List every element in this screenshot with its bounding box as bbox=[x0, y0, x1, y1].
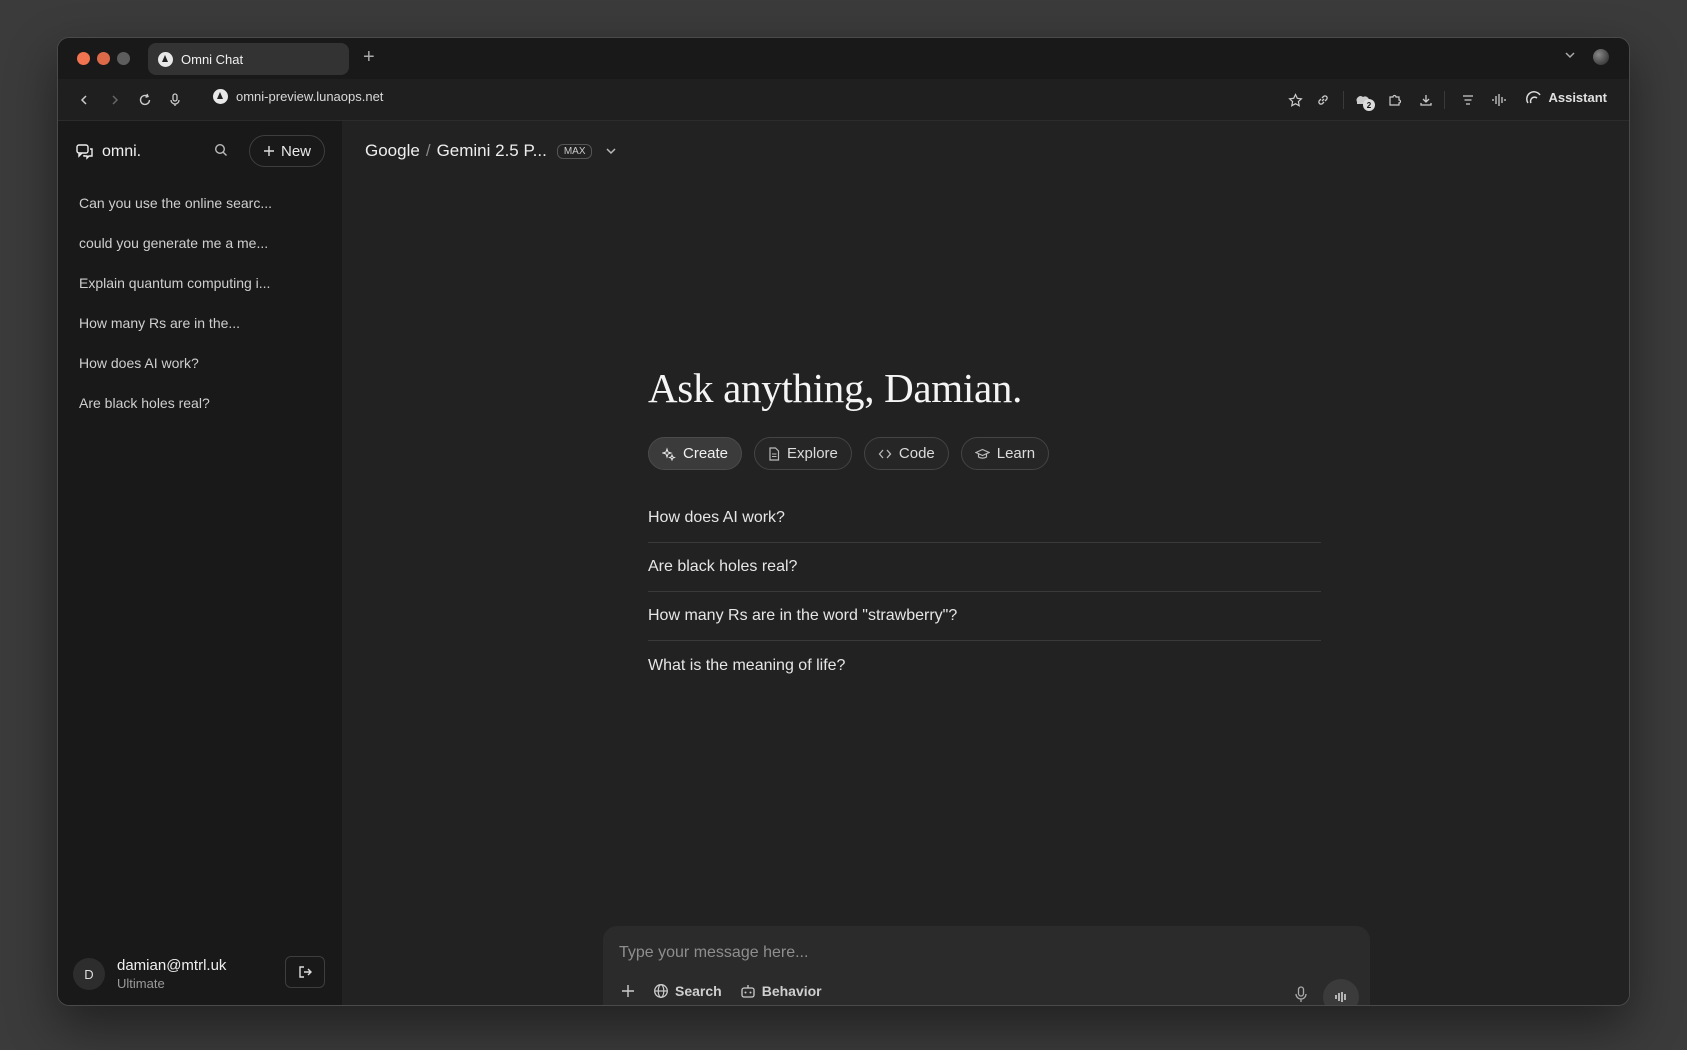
plus-icon bbox=[263, 146, 274, 156]
site-icon bbox=[213, 89, 228, 104]
composer-toolbar: Search Behavior bbox=[621, 983, 822, 999]
minimize-window-button[interactable] bbox=[97, 52, 110, 65]
search-toggle[interactable]: Search bbox=[653, 983, 722, 999]
bookmark-star-icon[interactable] bbox=[1285, 90, 1305, 110]
tab-omni-chat[interactable]: Omni Chat bbox=[148, 43, 349, 75]
chevron-down-icon bbox=[606, 148, 617, 155]
history-item[interactable]: Can you use the online searc... bbox=[76, 183, 326, 223]
download-icon[interactable] bbox=[1416, 90, 1436, 110]
logout-button[interactable] bbox=[285, 956, 325, 988]
puzzle-icon[interactable] bbox=[1385, 90, 1405, 110]
voice-mode-button[interactable] bbox=[1323, 979, 1359, 1005]
reader-list-icon[interactable] bbox=[1458, 90, 1478, 110]
assistant-button[interactable]: Assistant bbox=[1526, 90, 1607, 105]
globe-icon bbox=[654, 984, 668, 998]
address-bar[interactable]: omni-preview.lunaops.net bbox=[213, 89, 383, 104]
logout-icon bbox=[298, 966, 312, 978]
model-tier-badge: MAX bbox=[556, 143, 593, 159]
mode-chips: Create Explore Code Learn bbox=[648, 437, 1050, 470]
main-panel: Google / Gemini 2.5 P... MAX Ask anythin… bbox=[342, 121, 1629, 1005]
nav-bar: omni-preview.lunaops.net 2 Assistant bbox=[58, 79, 1629, 121]
chip-label: Explore bbox=[787, 445, 838, 462]
suggestion-item[interactable]: Are black holes real? bbox=[648, 543, 1321, 592]
behavior-label: Behavior bbox=[761, 983, 822, 999]
forward-icon[interactable] bbox=[105, 90, 125, 110]
audio-wave-icon[interactable] bbox=[1489, 90, 1509, 110]
history-item[interactable]: could you generate me a me... bbox=[76, 223, 326, 263]
assistant-label: Assistant bbox=[1548, 90, 1607, 105]
link-icon[interactable] bbox=[1313, 90, 1333, 110]
search-icon[interactable] bbox=[214, 143, 228, 157]
new-chat-button[interactable]: New bbox=[249, 135, 325, 167]
microphone-icon[interactable] bbox=[165, 90, 185, 110]
user-email: damian@mtrl.uk bbox=[117, 957, 227, 974]
chip-learn[interactable]: Learn bbox=[960, 437, 1050, 470]
chat-bubbles-icon bbox=[76, 144, 93, 160]
user-profile[interactable]: D damian@mtrl.uk Ultimate bbox=[73, 957, 226, 991]
attach-button[interactable] bbox=[621, 984, 635, 998]
model-selector[interactable]: Google / Gemini 2.5 P... MAX bbox=[365, 141, 618, 161]
chip-create[interactable]: Create bbox=[648, 437, 743, 470]
history-item[interactable]: How does AI work? bbox=[76, 343, 326, 383]
brand-name: omni. bbox=[102, 143, 142, 160]
search-toggle-label: Search bbox=[675, 983, 722, 999]
close-window-button[interactable] bbox=[77, 52, 90, 65]
reload-icon[interactable] bbox=[135, 90, 155, 110]
toolbar-divider bbox=[1343, 91, 1344, 109]
extension-count-badge: 2 bbox=[1363, 99, 1375, 111]
brand[interactable]: omni. bbox=[76, 143, 141, 161]
model-provider: Google bbox=[365, 141, 420, 160]
chip-label: Create bbox=[683, 445, 729, 462]
chip-code[interactable]: Code bbox=[863, 437, 949, 470]
browser-window: Omni Chat + omni-preview.lunaops.net 2 A… bbox=[57, 37, 1630, 1006]
chat-history: Can you use the online searc... could yo… bbox=[76, 183, 326, 423]
user-plan: Ultimate bbox=[117, 976, 165, 991]
maximize-window-button[interactable] bbox=[117, 52, 130, 65]
model-separator: / bbox=[425, 141, 431, 160]
assistant-icon bbox=[1526, 90, 1542, 103]
audio-bars-icon bbox=[1335, 992, 1346, 1002]
avatar: D bbox=[73, 958, 105, 990]
url-text[interactable]: omni-preview.lunaops.net bbox=[236, 89, 383, 104]
tab-bar: Omni Chat + bbox=[58, 38, 1629, 79]
code-icon bbox=[878, 449, 892, 458]
profile-icon[interactable] bbox=[1593, 49, 1609, 65]
plus-icon bbox=[622, 985, 634, 997]
back-icon[interactable] bbox=[74, 90, 94, 110]
suggestion-item[interactable]: What is the meaning of life? bbox=[648, 641, 1321, 690]
message-composer: Search Behavior bbox=[603, 926, 1370, 1005]
sparkles-icon bbox=[662, 446, 676, 461]
history-item[interactable]: Are black holes real? bbox=[76, 383, 326, 423]
chip-explore[interactable]: Explore bbox=[754, 437, 852, 470]
tab-list-chevron-icon[interactable] bbox=[1563, 48, 1577, 62]
chip-label: Learn bbox=[996, 445, 1036, 462]
message-input[interactable] bbox=[619, 941, 1319, 965]
sidebar: omni. New Can you use the online searc..… bbox=[58, 121, 342, 1005]
history-item[interactable]: How many Rs are in the... bbox=[76, 303, 326, 343]
greeting-heading: Ask anything, Damian. bbox=[648, 365, 1023, 411]
new-chat-label: New bbox=[280, 142, 311, 160]
document-icon bbox=[769, 446, 780, 461]
voice-input-mic-icon[interactable] bbox=[1294, 986, 1308, 1003]
history-item[interactable]: Explain quantum computing i... bbox=[76, 263, 326, 303]
omni-favicon-icon bbox=[158, 51, 173, 67]
behavior-button[interactable]: Behavior bbox=[740, 983, 822, 999]
suggestion-item[interactable]: How does AI work? bbox=[648, 494, 1321, 543]
toolbar-divider bbox=[1444, 91, 1445, 109]
graduation-cap-icon bbox=[974, 448, 990, 459]
suggestion-item[interactable]: How many Rs are in the word "strawberry"… bbox=[648, 592, 1321, 641]
robot-icon bbox=[741, 984, 755, 998]
tab-title: Omni Chat bbox=[181, 51, 244, 67]
suggestion-list: How does AI work? Are black holes real? … bbox=[648, 494, 1321, 690]
extension-badge-icon[interactable]: 2 bbox=[1353, 90, 1375, 111]
new-tab-button[interactable]: + bbox=[363, 46, 375, 69]
model-name: Gemini 2.5 P... bbox=[436, 141, 547, 160]
chip-label: Code bbox=[898, 445, 935, 462]
